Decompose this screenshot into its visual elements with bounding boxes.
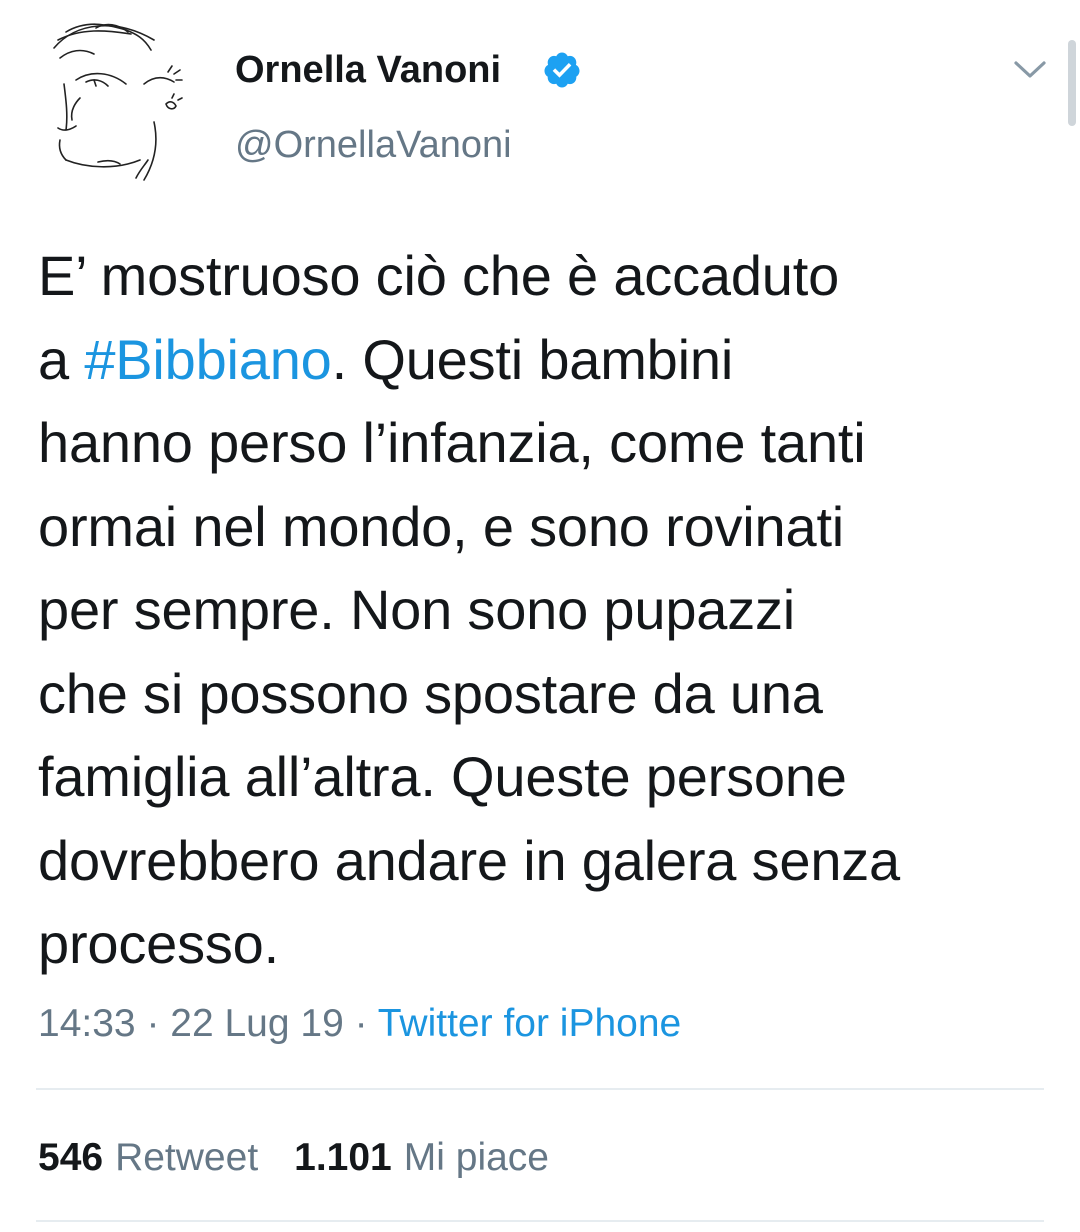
- verified-badge-icon: [544, 52, 580, 88]
- meta-separator: ·: [135, 1002, 171, 1045]
- avatar[interactable]: [36, 10, 206, 185]
- likes-count: 1.101: [294, 1136, 392, 1179]
- tweet-text-segment: ormai nel mondo, e sono rovinati: [38, 494, 845, 558]
- tweet-detail: Ornella Vanoni @OrnellaVanoni E’ mostruo…: [0, 0, 1080, 1232]
- tweet-text-line: E’ mostruoso ciò che è accaduto: [38, 234, 1048, 318]
- tweet-meta: 14:33 · 22 Lug 19 · Twitter for iPhone: [38, 1000, 681, 1048]
- tweet-text-line: per sempre. Non sono pupazzi: [38, 568, 1048, 652]
- tweet-text: E’ mostruoso ciò che è accaduto a #Bibbia…: [38, 234, 1048, 986]
- tweet-source-link[interactable]: Twitter for iPhone: [378, 1002, 681, 1045]
- tweet-text-segment: a: [38, 327, 85, 391]
- chevron-down-icon[interactable]: [1012, 55, 1048, 83]
- likes-label: Mi piace: [403, 1136, 549, 1179]
- sketched-face-avatar-icon: [53, 23, 183, 181]
- divider: [36, 1220, 1044, 1222]
- tweet-stats: 546 Retweet 1.101 Mi piace: [38, 1134, 549, 1182]
- meta-separator: ·: [343, 1002, 378, 1045]
- tweet-text-segment: famiglia all’altra. Queste persone: [38, 745, 847, 808]
- tweet-text-segment: che si possono spostare da una: [38, 661, 823, 725]
- tweet-time[interactable]: 14:33: [38, 1002, 136, 1045]
- divider: [36, 1088, 1044, 1090]
- tweet-text-line: ormai nel mondo, e sono rovinati: [38, 485, 1048, 569]
- tweet-text-line: a #Bibbiano. Questi bambini: [38, 318, 1048, 402]
- tweet-text-line: hanno perso l’infanzia, come tanti: [38, 401, 1048, 485]
- tweet-text-line: processo.: [38, 902, 1048, 986]
- likes-stat[interactable]: 1.101 Mi piace: [294, 1136, 549, 1179]
- retweets-count: 546: [38, 1136, 104, 1179]
- tweet-text-line: dovrebbero andare in galera senza: [38, 819, 1048, 903]
- display-name[interactable]: Ornella Vanoni: [235, 48, 501, 92]
- tweet-date[interactable]: 22 Lug 19: [170, 1002, 344, 1045]
- tweet-text-segment: . Questi bambini: [331, 327, 734, 391]
- tweet-text-segment: E’ mostruoso ciò che è accaduto: [38, 244, 840, 307]
- user-handle[interactable]: @OrnellaVanoni: [235, 123, 512, 167]
- tweet-text-line: famiglia all’altra. Queste persone: [38, 735, 1048, 819]
- hashtag-link[interactable]: #Bibbiano: [84, 328, 332, 391]
- tweet-text-segment: per sempre. Non sono pupazzi: [38, 578, 796, 641]
- retweets-stat[interactable]: 546 Retweet: [38, 1136, 258, 1179]
- tweet-text-segment: hanno perso l’infanzia, come tanti: [38, 411, 866, 474]
- tweet-text-segment: processo.: [38, 912, 279, 975]
- retweets-label: Retweet: [115, 1136, 259, 1179]
- tweet-text-line: che si possono spostare da una: [38, 652, 1048, 736]
- tweet-text-segment: dovrebbero andare in galera senza: [38, 828, 901, 892]
- scrollbar[interactable]: [1068, 40, 1076, 126]
